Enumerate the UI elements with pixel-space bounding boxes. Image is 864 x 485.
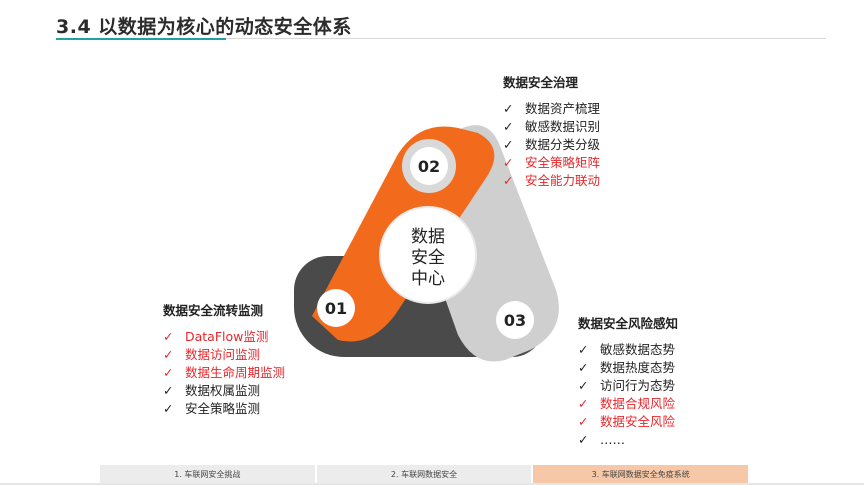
check-icon: ✓ <box>578 342 589 357</box>
security-cycle-diagram: 数据 安全 中心 02 01 03 <box>294 125 559 362</box>
risk-heading: 数据安全风险感知 <box>578 316 679 331</box>
check-icon: ✓ <box>163 365 174 380</box>
check-icon: ✓ <box>578 360 589 375</box>
center-label-line-2: 安全 <box>411 248 445 268</box>
flow-item: ✓ DataFlow监测 <box>163 329 269 344</box>
check-icon: ✓ <box>163 329 174 344</box>
risk-block: 数据安全风险感知 ✓ 敏感数据态势 ✓ 数据热度态势 ✓ 访问行为态势 ✓ 数据合规风险… <box>578 313 678 449</box>
risk-item: ✓ 数据合规风险 <box>578 396 676 411</box>
flow-item: ✓ 安全策略监测 <box>163 401 261 416</box>
flow-list: ✓ DataFlow监测 ✓ 数据访问监测 ✓ 数据生命周期监测 ✓ 数据权属监测 ✓ 安… <box>163 328 285 418</box>
governance-heading: 数据安全治理 <box>503 75 579 90</box>
governance-item: ✓ 数据分类分级 <box>503 137 601 152</box>
governance-item: ✓ 安全能力联动 <box>503 173 601 188</box>
governance-block: 数据安全治理 ✓ 数据资产梳理 ✓ 敏感数据识别 ✓ 数据分类分级 ✓ 安全策略矩阵 ✓… <box>503 72 600 190</box>
check-icon: ✓ <box>503 155 514 170</box>
risk-item: ✓ 数据热度态势 <box>578 360 676 375</box>
check-icon: ✓ <box>163 401 174 416</box>
check-icon: ✓ <box>163 383 174 398</box>
footer-tab-challenges[interactable]: 1. 车联网安全挑战 <box>100 465 315 483</box>
center-label-line-1: 数据 <box>411 227 445 247</box>
check-icon: ✓ <box>503 101 514 116</box>
check-icon: ✓ <box>578 432 589 447</box>
governance-list: ✓ 数据资产梳理 ✓ 敏感数据识别 ✓ 数据分类分级 ✓ 安全策略矩阵 ✓ 安全能力联动 <box>503 100 600 190</box>
check-icon: ✓ <box>578 378 589 393</box>
flow-block: 数据安全流转监测 ✓ DataFlow监测 ✓ 数据访问监测 ✓ 数据生命周期监测 ✓… <box>163 300 285 418</box>
check-icon: ✓ <box>163 347 174 362</box>
risk-item: ✓ 访问行为态势 <box>578 378 676 393</box>
check-icon: ✓ <box>578 414 589 429</box>
risk-item: ✓ 敏感数据态势 <box>578 342 676 357</box>
flow-item: ✓ 数据生命周期监测 <box>163 365 286 380</box>
flow-heading: 数据安全流转监测 <box>163 303 264 318</box>
footer-tab-data-security[interactable]: 2. 车联网数据安全 <box>316 465 532 483</box>
flow-item: ✓ 数据访问监测 <box>163 347 261 362</box>
check-icon: ✓ <box>503 137 514 152</box>
flow-item: ✓ 数据权属监测 <box>163 383 261 398</box>
badge-01-label: 01 <box>325 299 347 318</box>
badge-02-label: 02 <box>418 157 440 176</box>
risk-item: ✓…… <box>578 432 625 447</box>
footer-tab-immune-system[interactable]: 3. 车联网数据安全免疫系统 <box>533 465 749 483</box>
check-icon: ✓ <box>503 119 514 134</box>
check-icon: ✓ <box>503 173 514 188</box>
center-label-line-3: 中心 <box>411 269 445 289</box>
badge-03-label: 03 <box>504 311 526 330</box>
risk-item: ✓ 数据安全风险 <box>578 414 676 429</box>
check-icon: ✓ <box>578 396 589 411</box>
governance-item: ✓ 安全策略矩阵 <box>503 155 601 170</box>
governance-item: ✓ 敏感数据识别 <box>503 119 601 134</box>
footer-nav: 1. 车联网安全挑战 2. 车联网数据安全 3. 车联网数据安全免疫系统 <box>100 465 749 483</box>
governance-item: ✓ 数据资产梳理 <box>503 101 601 116</box>
risk-list: ✓ 敏感数据态势 ✓ 数据热度态势 ✓ 访问行为态势 ✓ 数据合规风险 ✓ 数据安全风险 … <box>578 341 678 449</box>
